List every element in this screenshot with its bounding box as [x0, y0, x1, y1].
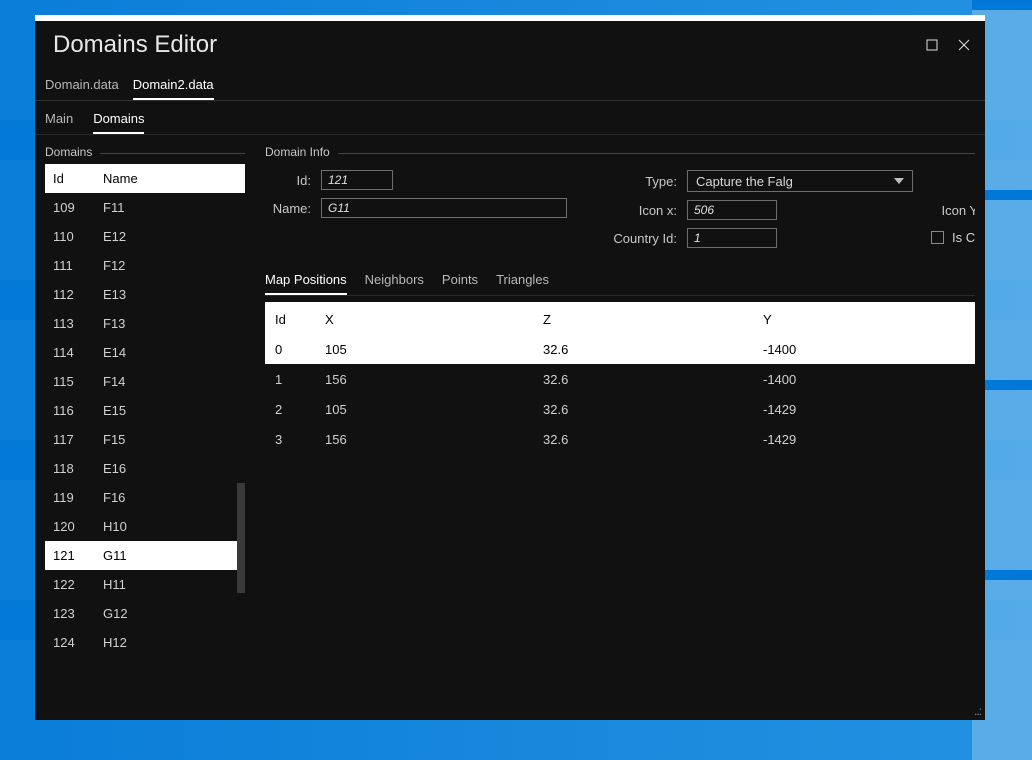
domain-row[interactable]: 119F16 — [45, 483, 245, 512]
domain-row[interactable]: 120H10 — [45, 512, 245, 541]
col-name: Name — [103, 171, 245, 186]
domains-panel: Domains IdName109F11110E12111F12112E1311… — [45, 153, 245, 710]
position-row[interactable]: 315632.6-1429 — [265, 424, 975, 454]
name-input[interactable] — [321, 198, 567, 218]
close-button[interactable] — [957, 38, 971, 52]
iscapital-checkbox[interactable] — [931, 231, 944, 244]
domain-row[interactable]: 124H12 — [45, 628, 245, 657]
countryid-input[interactable] — [687, 228, 777, 248]
domain-row[interactable]: 116E15 — [45, 396, 245, 425]
domain-row[interactable]: 109F11 — [45, 193, 245, 222]
position-row[interactable]: 115632.6-1400 — [265, 364, 975, 394]
resize-grip[interactable]: ..: — [974, 704, 981, 718]
file-tabs: Domain.data Domain2.data — [35, 69, 985, 101]
positions-header: IdXZY — [265, 304, 975, 334]
inner-tab-3[interactable]: Triangles — [496, 270, 549, 295]
position-row[interactable]: 210532.6-1429 — [265, 394, 975, 424]
domains-legend: Domains — [45, 145, 100, 159]
domain-row[interactable]: 115F14 — [45, 367, 245, 396]
position-row[interactable]: 010532.6-1400 — [265, 334, 975, 364]
info-legend: Domain Info — [265, 147, 338, 159]
iscapital-label: Is Capital — [952, 230, 975, 245]
type-select[interactable]: Capture the Falg — [687, 170, 913, 192]
scroll-thumb[interactable] — [237, 483, 245, 593]
name-label: Name: — [265, 201, 311, 216]
domains-header: IdName — [45, 164, 245, 193]
file-tab-0[interactable]: Domain.data — [45, 77, 119, 100]
domain-row[interactable]: 121G11 — [45, 541, 245, 570]
domain-row[interactable]: 118E16 — [45, 454, 245, 483]
domain-row[interactable]: 110E12 — [45, 222, 245, 251]
view-tabs: Main Domains — [35, 101, 985, 135]
app-window: Domains Editor Domain.data Domain2.data M… — [35, 15, 985, 720]
window-title: Domains Editor — [49, 31, 217, 59]
maximize-button[interactable] — [925, 38, 939, 52]
titlebar: Domains Editor — [35, 21, 985, 69]
domain-row[interactable]: 123G12 — [45, 599, 245, 628]
domain-row[interactable]: 111F12 — [45, 251, 245, 280]
id-input[interactable] — [321, 170, 393, 190]
inner-tab-0[interactable]: Map Positions — [265, 270, 347, 295]
id-label: Id: — [265, 173, 311, 188]
countryid-label: Country Id: — [607, 231, 677, 246]
iconx-label: Icon x: — [607, 203, 677, 218]
domains-list: IdName109F11110E12111F12112E13113F13114E… — [45, 164, 245, 710]
inner-tab-2[interactable]: Points — [442, 270, 478, 295]
domain-row[interactable]: 122H11 — [45, 570, 245, 599]
type-value: Capture the Falg — [696, 174, 793, 189]
positions-table: IdXZY010532.6-1400115632.6-1400210532.6-… — [265, 302, 975, 454]
domain-row[interactable]: 112E13 — [45, 280, 245, 309]
view-tab-0[interactable]: Main — [45, 111, 73, 134]
domain-info-panel: Domain Info Id: Name: — [265, 153, 975, 248]
domain-row[interactable]: 113F13 — [45, 309, 245, 338]
view-tab-1[interactable]: Domains — [93, 111, 144, 134]
inner-tab-1[interactable]: Neighbors — [365, 270, 424, 295]
chevron-down-icon — [894, 176, 904, 186]
inner-tabs: Map Positions Neighbors Points Triangles — [265, 270, 975, 296]
domain-row[interactable]: 117F15 — [45, 425, 245, 454]
iconx-input[interactable] — [687, 200, 777, 220]
icony-label: Icon Y: — [931, 203, 975, 218]
domain-row[interactable]: 114E14 — [45, 338, 245, 367]
file-tab-1[interactable]: Domain2.data — [133, 77, 214, 100]
scrollbar[interactable] — [237, 193, 245, 710]
type-label: Type: — [607, 174, 677, 189]
col-id: Id — [53, 171, 103, 186]
